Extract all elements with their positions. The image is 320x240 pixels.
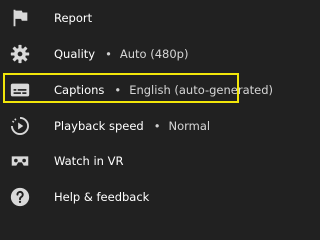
separator-dot: • <box>114 83 122 97</box>
menu-item-label: Captions <box>54 83 105 97</box>
captions-icon <box>9 79 31 101</box>
flag-icon <box>9 7 31 29</box>
help-icon <box>9 186 31 208</box>
menu-item-help-feedback[interactable]: Help & feedback <box>0 180 320 214</box>
menu-item-quality[interactable]: Quality • Auto (480p) <box>0 37 320 71</box>
menu-item-value: Normal <box>168 119 211 133</box>
menu-item-captions[interactable]: Captions • English (auto-generated) <box>0 73 320 107</box>
menu-item-label: Watch in VR <box>54 154 124 168</box>
menu-item-watch-in-vr[interactable]: Watch in VR <box>0 144 320 178</box>
menu-item-label: Playback speed <box>54 119 144 133</box>
menu-item-label: Quality <box>54 47 96 61</box>
separator-dot: • <box>105 47 112 61</box>
vr-headset-icon <box>9 150 31 172</box>
separator-dot: • <box>153 119 161 133</box>
menu-item-value: English (auto-generated) <box>129 83 273 97</box>
overflow-menu: Report Quality • Auto (480p) Captions • … <box>0 0 320 216</box>
menu-item-label: Report <box>54 11 93 25</box>
menu-item-playback-speed[interactable]: Playback speed • Normal <box>0 109 320 143</box>
menu-item-report[interactable]: Report <box>0 1 320 35</box>
gear-icon <box>9 43 31 65</box>
menu-item-value: Auto (480p) <box>119 47 189 61</box>
menu-item-label: Help & feedback <box>54 190 150 204</box>
playback-speed-icon <box>9 115 31 137</box>
